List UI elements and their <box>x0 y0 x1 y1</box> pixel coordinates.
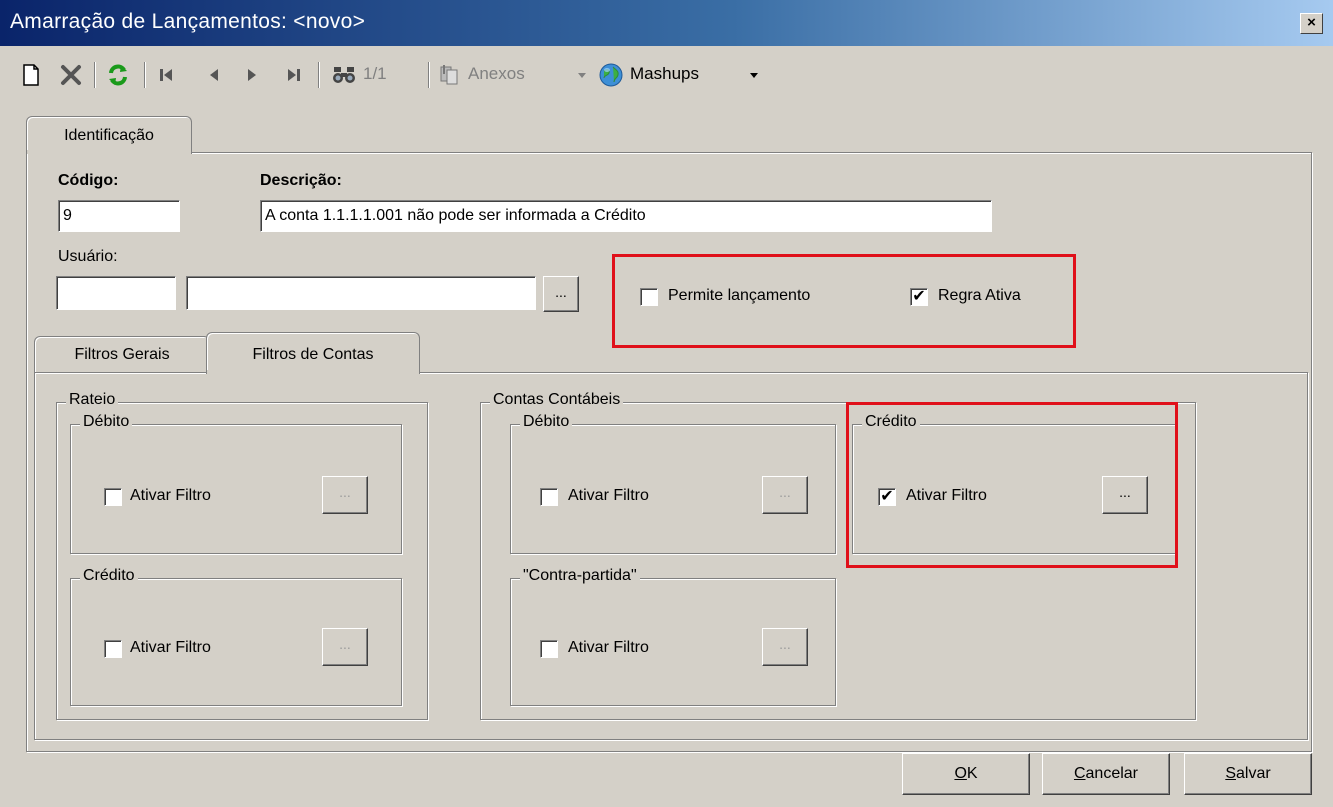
close-icon: × <box>1307 14 1316 31</box>
contrapartida-lookup-button[interactable]: ... <box>762 628 808 666</box>
contas-debito-checkbox[interactable] <box>540 488 558 506</box>
rateio-credito-legend: Crédito <box>80 567 138 585</box>
mashups-dropdown-icon[interactable] <box>746 62 762 88</box>
delete-record-icon[interactable] <box>58 62 84 88</box>
usuario-lookup-button[interactable]: ... <box>543 276 579 312</box>
contas-debito-filter-label: Ativar Filtro <box>568 487 649 504</box>
codigo-label: Código: <box>58 172 119 189</box>
tab-filtros-de-contas[interactable]: Filtros de Contas <box>206 332 420 374</box>
refresh-icon[interactable] <box>104 62 132 88</box>
cancel-button[interactable]: Cancelar <box>1042 753 1170 795</box>
regra-ativa-label: Regra Ativa <box>938 287 1021 304</box>
rateio-debito-lookup-button[interactable]: ... <box>322 476 368 514</box>
contas-debito-lookup-button[interactable]: ... <box>762 476 808 514</box>
close-button[interactable]: × <box>1300 13 1323 34</box>
rateio-credito-lookup-button[interactable]: ... <box>322 628 368 666</box>
permite-lancamento-label: Permite lançamento <box>668 287 811 304</box>
toolbar-separator <box>318 62 320 88</box>
binoculars-icon[interactable] <box>330 62 358 88</box>
rateio-legend: Rateio <box>66 391 119 409</box>
contas-debito-legend: Débito <box>520 413 573 431</box>
contrapartida-legend: "Contra-partida" <box>520 567 640 585</box>
checkmark-icon: ✔ <box>912 288 926 305</box>
next-record-icon[interactable] <box>240 62 264 88</box>
globe-icon[interactable] <box>596 62 626 88</box>
window-title: Amarração de Lançamentos: <novo> <box>10 10 366 33</box>
tab-filtros-gerais[interactable]: Filtros Gerais <box>34 336 210 372</box>
descricao-input[interactable]: A conta 1.1.1.1.001 não pode ser informa… <box>260 200 992 232</box>
rateio-credito-filter-label: Ativar Filtro <box>130 639 211 656</box>
anexos-button[interactable]: Anexos <box>468 64 525 84</box>
codigo-input[interactable]: 9 <box>58 200 180 232</box>
usuario-name-input[interactable] <box>186 276 536 310</box>
regra-ativa-checkbox[interactable]: ✔ <box>910 288 928 306</box>
rateio-credito-checkbox[interactable] <box>104 640 122 658</box>
attachments-icon[interactable] <box>437 62 463 88</box>
permite-lancamento-checkbox[interactable] <box>640 288 658 306</box>
record-position: 1/1 <box>363 64 387 83</box>
descricao-label: Descrição: <box>260 172 342 189</box>
rateio-debito-legend: Débito <box>80 413 133 431</box>
contas-contabeis-legend: Contas Contábeis <box>490 391 624 409</box>
tab-identificacao[interactable]: Identificação <box>26 116 192 154</box>
anexos-dropdown-icon[interactable] <box>574 62 590 88</box>
last-record-icon[interactable] <box>282 62 306 88</box>
rateio-debito-checkbox[interactable] <box>104 488 122 506</box>
contrapartida-filter-label: Ativar Filtro <box>568 639 649 656</box>
first-record-icon[interactable] <box>154 62 178 88</box>
save-button[interactable]: Salvar <box>1184 753 1312 795</box>
ok-button[interactable]: OK <box>902 753 1030 795</box>
toolbar-separator <box>428 62 430 88</box>
rateio-debito-filter-label: Ativar Filtro <box>130 487 211 504</box>
toolbar-separator <box>94 62 96 88</box>
contrapartida-checkbox[interactable] <box>540 640 558 658</box>
highlight-box <box>846 402 1178 568</box>
mashups-button[interactable]: Mashups <box>630 64 699 84</box>
new-record-icon[interactable] <box>20 62 42 88</box>
usuario-code-input[interactable] <box>56 276 176 310</box>
previous-record-icon[interactable] <box>202 62 226 88</box>
usuario-label: Usuário: <box>58 248 118 265</box>
toolbar-separator <box>144 62 146 88</box>
